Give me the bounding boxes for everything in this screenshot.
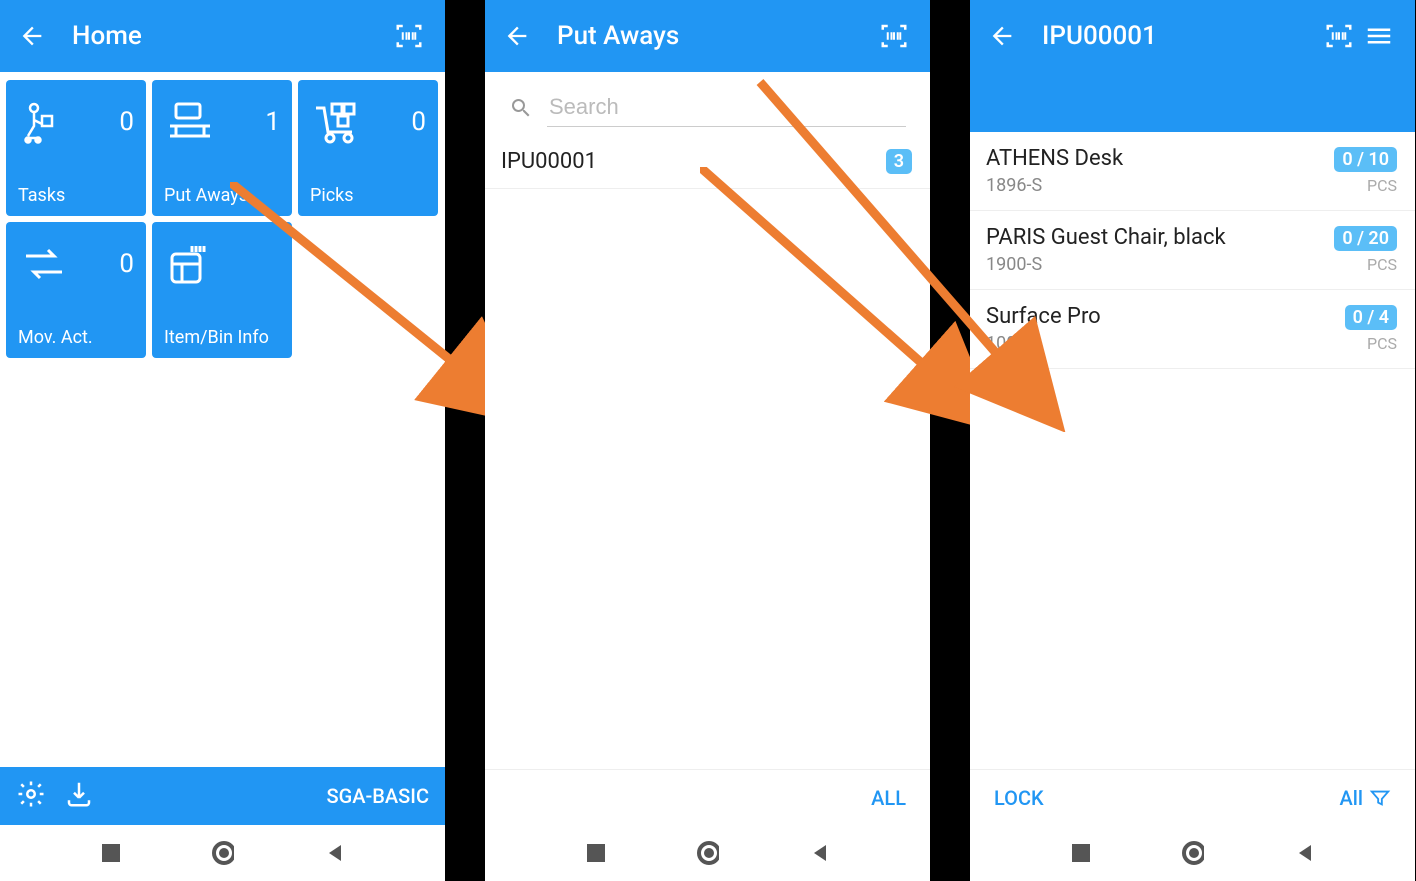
tile-count: 1 [265, 107, 280, 137]
android-nav-bar [485, 825, 930, 881]
scan-button[interactable] [874, 16, 914, 56]
barcode-scan-icon [1324, 21, 1354, 51]
nav-back-button[interactable] [324, 842, 346, 864]
page-title: IPU00001 [1042, 21, 1319, 51]
screen-put-aways: Put Aways IPU00001 3 [485, 0, 930, 881]
page-title: Put Aways [557, 21, 874, 51]
list-item[interactable]: IPU00001 3 [485, 135, 930, 189]
item-bin-info-icon [164, 240, 220, 288]
nav-home-button[interactable] [1182, 842, 1204, 864]
arrow-left-icon [988, 22, 1016, 50]
search-icon [509, 96, 533, 120]
put-aways-icon [164, 98, 220, 146]
menu-button[interactable] [1359, 16, 1399, 56]
nav-home-button[interactable] [212, 842, 234, 864]
tile-count: 0 [119, 249, 134, 279]
android-nav-bar [0, 825, 445, 881]
nav-back-button[interactable] [1294, 842, 1316, 864]
tile-item-bin-info[interactable]: Item/Bin Info [152, 222, 292, 358]
item-code: 1900-S [986, 254, 1226, 275]
count-badge: 3 [886, 149, 912, 174]
qty-badge: 0 / 4 [1345, 305, 1397, 330]
qty-badge: 0 / 10 [1334, 147, 1397, 172]
appbar: IPU00001 [970, 0, 1415, 72]
settings-button[interactable] [16, 779, 46, 813]
tasks-icon [18, 98, 74, 146]
tile-label: Item/Bin Info [164, 327, 280, 348]
tile-label: Mov. Act. [18, 327, 134, 348]
back-button[interactable] [16, 20, 48, 52]
annotation-arrow-icon [700, 167, 1000, 457]
download-icon [64, 779, 94, 809]
screen-home: Home 0 Tasks [0, 0, 445, 881]
tile-label: Tasks [18, 185, 134, 206]
list-item[interactable]: Surface Pro 1000 0 / 4 PCS [970, 290, 1415, 369]
barcode-scan-icon [394, 21, 424, 51]
unit-label: PCS [1367, 334, 1397, 353]
scan-button[interactable] [1319, 16, 1359, 56]
item-name: Surface Pro [986, 304, 1101, 329]
screen-put-away-detail: IPU00001 ATHENS Desk 1896-S 0 / 10 PCS [970, 0, 1415, 881]
footer: LOCK All [970, 769, 1415, 825]
nav-recent-button[interactable] [585, 842, 607, 864]
arrow-left-icon [503, 22, 531, 50]
footer-text: SGA-BASIC [326, 784, 429, 808]
nav-back-button[interactable] [809, 842, 831, 864]
tile-mov-act[interactable]: 0 Mov. Act. [6, 222, 146, 358]
unit-label: PCS [1367, 176, 1397, 195]
bottom-bar: SGA-BASIC [0, 767, 445, 825]
nav-recent-button[interactable] [1070, 842, 1092, 864]
filter-icon [1369, 787, 1391, 809]
page-title: Home [72, 21, 389, 51]
arrow-left-icon [18, 22, 46, 50]
list-item[interactable]: PARIS Guest Chair, black 1900-S 0 / 20 P… [970, 211, 1415, 290]
nav-home-button[interactable] [697, 842, 719, 864]
nav-recent-button[interactable] [100, 842, 122, 864]
item-name: ATHENS Desk [986, 146, 1123, 171]
scan-button[interactable] [389, 16, 429, 56]
download-button[interactable] [64, 779, 94, 813]
tile-count: 0 [119, 107, 134, 137]
appbar: Home [0, 0, 445, 72]
move-icon [18, 240, 74, 288]
tile-label: Picks [310, 185, 426, 206]
tile-tasks[interactable]: 0 Tasks [6, 80, 146, 216]
item-list: ATHENS Desk 1896-S 0 / 10 PCS PARIS Gues… [970, 132, 1415, 369]
item-name: PARIS Guest Chair, black [986, 225, 1226, 250]
footer: ALL [485, 769, 930, 825]
search-row [485, 72, 930, 135]
appbar: Put Aways [485, 0, 930, 72]
item-code: 1000 [986, 333, 1101, 354]
footer-lock-button[interactable]: LOCK [994, 786, 1044, 810]
tile-label: Put Aways [164, 185, 280, 206]
item-code: 1896-S [986, 175, 1123, 196]
footer-filter-button[interactable]: All [1340, 786, 1391, 810]
gear-icon [16, 779, 46, 809]
back-button[interactable] [501, 20, 533, 52]
picks-icon [310, 98, 366, 146]
tile-count: 0 [411, 107, 426, 137]
tile-picks[interactable]: 0 Picks [298, 80, 438, 216]
sub-header [970, 72, 1415, 132]
tile-put-aways[interactable]: 1 Put Aways [152, 80, 292, 216]
android-nav-bar [970, 825, 1415, 881]
footer-all-button[interactable]: ALL [871, 786, 906, 810]
back-button[interactable] [986, 20, 1018, 52]
put-aways-list: IPU00001 3 [485, 135, 930, 189]
footer-filter-label: All [1340, 786, 1363, 810]
tile-grid: 0 Tasks 1 Put Aways [0, 72, 445, 366]
unit-label: PCS [1367, 255, 1397, 274]
qty-badge: 0 / 20 [1334, 226, 1397, 251]
list-item[interactable]: ATHENS Desk 1896-S 0 / 10 PCS [970, 132, 1415, 211]
search-input[interactable] [547, 88, 906, 127]
hamburger-menu-icon [1364, 21, 1394, 51]
item-code: IPU00001 [501, 149, 597, 174]
barcode-scan-icon [879, 21, 909, 51]
